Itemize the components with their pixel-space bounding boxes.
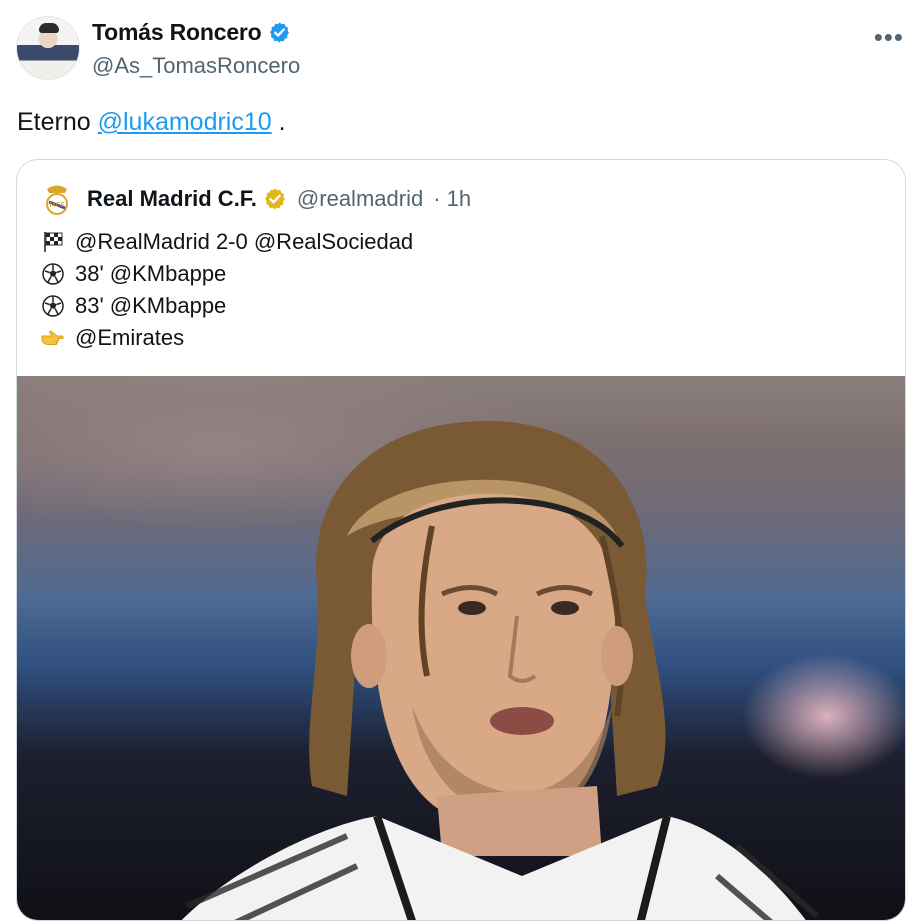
score-line: @RealMadrid 2-0 @RealSociedad <box>39 226 413 258</box>
quoted-tweet-time[interactable]: · 1h <box>433 186 471 212</box>
sponsor-text: @Emirates <box>75 325 185 350</box>
checkered-flag-icon <box>39 228 67 256</box>
soccer-ball-icon <box>39 260 67 288</box>
quoted-tweet-card[interactable]: MCF Real Madrid C.F. @realmadrid · 1h @R… <box>16 159 906 921</box>
author-handle[interactable]: @As_TomasRoncero <box>92 53 300 79</box>
quoted-tweet-text: @RealMadrid 2-0 @RealSociedad 38' @KMbap… <box>39 226 413 354</box>
tweet-text: Eterno @lukamodric10 . <box>17 108 286 137</box>
real-madrid-crest-icon: MCF <box>46 185 68 215</box>
goal-line: 38' @KMbappe <box>39 258 413 290</box>
goal-line: 83' @KMbappe <box>39 290 413 322</box>
soccer-ball-icon <box>39 292 67 320</box>
player-portrait-image <box>181 421 819 920</box>
author-name-row: Tomás Roncero <box>92 19 291 46</box>
verified-badge-icon <box>269 22 289 43</box>
pointing-hand-icon <box>39 324 67 352</box>
score-text: @RealMadrid 2-0 @RealSociedad <box>75 229 414 254</box>
author-avatar[interactable] <box>16 16 80 80</box>
mention-link[interactable]: @lukamodric10 <box>98 108 272 136</box>
svg-text:MCF: MCF <box>50 201 65 209</box>
quoted-author-name[interactable]: Real Madrid C.F. <box>87 186 257 212</box>
tweet-text-prefix: Eterno <box>17 108 98 136</box>
gold-verified-badge-icon <box>265 188 285 210</box>
sponsor-line: @Emirates <box>39 322 413 354</box>
quoted-tweet-header: MCF Real Madrid C.F. @realmadrid · 1h <box>41 182 471 216</box>
tweet-text-suffix: . <box>271 108 286 136</box>
goal-text-1: 38' @KMbappe <box>75 261 227 286</box>
quoted-author-handle[interactable]: @realmadrid <box>297 186 423 212</box>
author-name[interactable]: Tomás Roncero <box>92 19 262 46</box>
tweet-photo[interactable] <box>17 376 905 920</box>
goal-text-2: 83' @KMbappe <box>75 293 227 318</box>
more-options-icon[interactable]: ••• <box>874 22 904 53</box>
